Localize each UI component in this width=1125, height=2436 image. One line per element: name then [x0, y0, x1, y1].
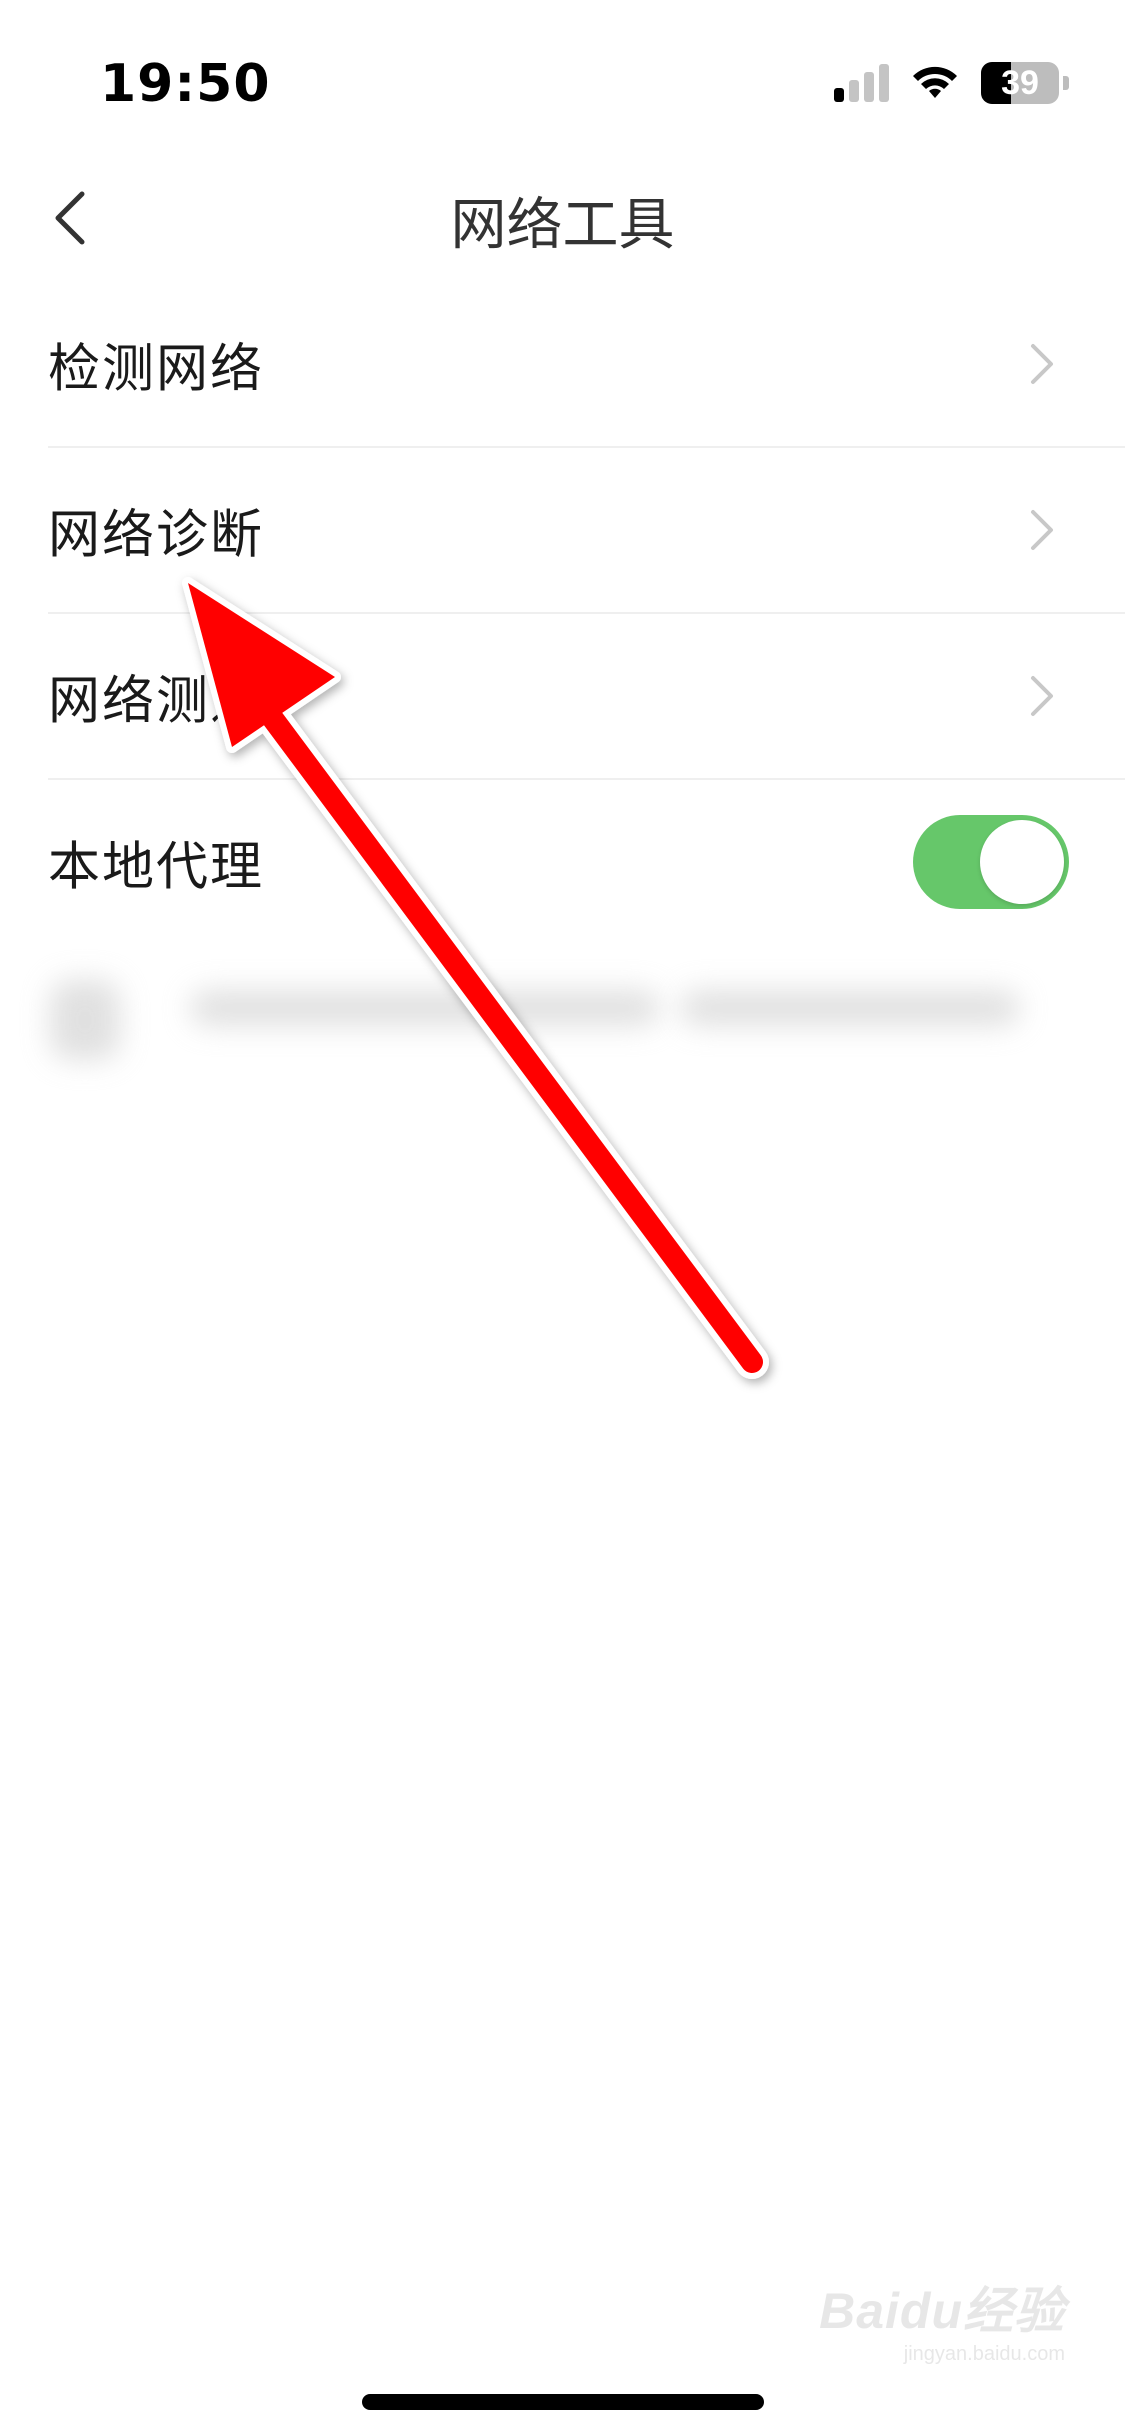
- battery-cap: [1063, 76, 1069, 90]
- baidu-watermark: Baidu经验 jingyan.baidu.com: [819, 2271, 1065, 2366]
- list-item-label: 本地代理: [48, 837, 265, 898]
- home-indicator: [362, 2394, 764, 2410]
- list-item-network-diagnosis[interactable]: 网络诊断: [48, 448, 1125, 614]
- list-item-speed-test[interactable]: 网络测速: [48, 614, 1125, 780]
- list-item-label: 网络测速: [48, 671, 265, 732]
- battery-icon: 39: [981, 62, 1059, 104]
- network-tools-list: 检测网络 网络诊断 网络测速 本地代理: [0, 282, 1125, 944]
- battery-percent: 39: [1001, 63, 1039, 102]
- watermark-logo: Baidu经验: [819, 2283, 1065, 2339]
- list-item-detect-network[interactable]: 检测网络: [48, 282, 1125, 448]
- chevron-right-icon: [1031, 510, 1053, 550]
- list-item-local-proxy: 本地代理: [48, 780, 1125, 944]
- wifi-icon: [913, 66, 957, 98]
- nav-bar: 网络工具: [0, 160, 1125, 270]
- status-icons: 39: [834, 62, 1069, 104]
- chevron-right-icon: [1031, 344, 1053, 384]
- status-time: 19:50: [100, 54, 271, 114]
- chevron-right-icon: [1031, 676, 1053, 716]
- local-proxy-toggle[interactable]: [913, 815, 1069, 909]
- list-item-label: 网络诊断: [48, 505, 265, 566]
- status-bar: 19:50 39: [0, 0, 1125, 160]
- list-item-label: 检测网络: [48, 339, 265, 400]
- watermark-url: jingyan.baidu.com: [903, 2343, 1065, 2365]
- page-title: 网络工具: [450, 193, 675, 258]
- signal-icon: [834, 64, 889, 102]
- blurred-description: [40, 960, 1020, 1080]
- toggle-knob: [980, 820, 1064, 904]
